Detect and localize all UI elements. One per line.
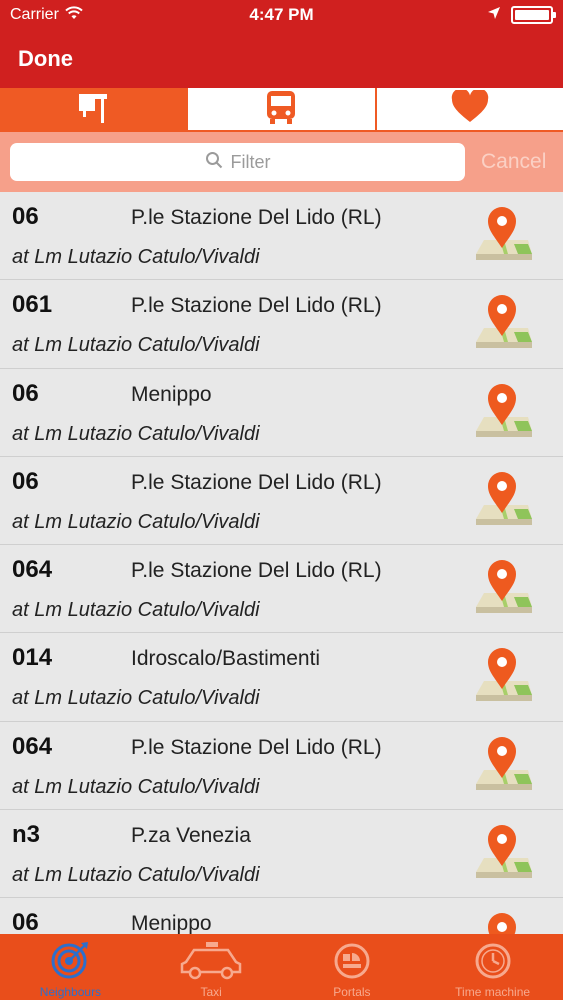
destination: P.za Venezia xyxy=(131,824,251,848)
bus-stop-sign-icon xyxy=(75,89,111,130)
segment-favourites[interactable] xyxy=(377,87,563,130)
filter-input[interactable]: Filter xyxy=(10,143,465,181)
done-button[interactable]: Done xyxy=(18,46,73,72)
line-number: 014 xyxy=(12,644,53,672)
target-icon xyxy=(50,940,90,983)
tab-label: Portals xyxy=(333,985,371,999)
stop-name: at Lm Lutazio Catulo/Vivaldi xyxy=(12,422,260,445)
tab-portals[interactable]: Portals xyxy=(282,934,423,1000)
stop-name: at Lm Lutazio Catulo/Vivaldi xyxy=(12,599,260,622)
tab-time-machine[interactable]: Time machine xyxy=(422,934,563,1000)
search-icon xyxy=(205,151,223,174)
destination: P.le Stazione Del Lido (RL) xyxy=(131,735,382,759)
line-number: 061 xyxy=(12,291,53,319)
top-bar: Carrier 4:47 PM Done xyxy=(0,0,563,88)
filter-placeholder: Filter xyxy=(230,151,271,172)
map-pin-icon[interactable] xyxy=(470,910,534,934)
search-bar: Filter Cancel xyxy=(0,132,563,192)
cancel-button[interactable]: Cancel xyxy=(481,150,546,174)
portals-icon xyxy=(332,940,372,983)
taxi-icon xyxy=(178,940,244,983)
stop-name: at Lm Lutazio Catulo/Vivaldi xyxy=(12,775,260,798)
destination: P.le Stazione Del Lido (RL) xyxy=(131,206,382,229)
battery-icon xyxy=(511,6,556,24)
destination: Idroscalo/Bastimenti xyxy=(131,647,321,671)
list-item[interactable]: 06 P.le Stazione Del Lido (RL) at Lm Lut… xyxy=(0,457,563,546)
destination: P.le Stazione Del Lido (RL) xyxy=(131,294,382,318)
stop-name: at Lm Lutazio Catulo/Vivaldi xyxy=(12,687,260,710)
list-item[interactable]: n3 P.za Venezia at Lm Lutazio Catulo/Viv… xyxy=(0,810,563,899)
stop-name: at Lm Lutazio Catulo/Vivaldi xyxy=(12,246,260,268)
list-item[interactable]: 064 P.le Stazione Del Lido (RL) at Lm Lu… xyxy=(0,545,563,634)
tab-bar: Neighbours Taxi Portals Time machine xyxy=(0,934,563,1000)
map-pin-icon[interactable] xyxy=(470,292,534,356)
tab-label: Time machine xyxy=(455,985,531,999)
list-item[interactable]: 06 Menippo at Lm Lutazio Catulo/Vivaldi xyxy=(0,369,563,457)
segmented-control xyxy=(0,87,563,132)
line-number: 06 xyxy=(12,467,39,495)
line-number: 06 xyxy=(12,203,39,230)
map-pin-icon[interactable] xyxy=(470,557,534,621)
stop-name: at Lm Lutazio Catulo/Vivaldi xyxy=(12,334,260,357)
line-number: 06 xyxy=(12,909,39,934)
line-number: 064 xyxy=(12,556,53,584)
segment-stops[interactable] xyxy=(0,88,189,130)
destination: P.le Stazione Del Lido (RL) xyxy=(131,470,382,494)
tab-taxi[interactable]: Taxi xyxy=(141,934,282,1000)
tab-neighbours[interactable]: Neighbours xyxy=(0,934,141,1000)
bus-icon xyxy=(265,89,297,130)
list-item[interactable]: 014 Idroscalo/Bastimenti at Lm Lutazio C… xyxy=(0,633,563,722)
map-pin-icon[interactable] xyxy=(470,734,534,798)
line-number: n3 xyxy=(12,821,41,849)
map-pin-icon[interactable] xyxy=(470,204,534,268)
tab-label: Taxi xyxy=(200,985,222,999)
stop-name: at Lm Lutazio Catulo/Vivaldi xyxy=(12,510,260,533)
line-number: 06 xyxy=(12,379,39,407)
status-bar: Carrier 4:47 PM xyxy=(0,0,563,30)
list-item[interactable]: 06 Menippo xyxy=(0,898,563,934)
map-pin-icon[interactable] xyxy=(470,381,534,445)
location-arrow-icon xyxy=(487,6,501,25)
map-pin-icon[interactable] xyxy=(470,822,534,886)
line-number: 064 xyxy=(12,732,53,760)
list-item[interactable]: 06 P.le Stazione Del Lido (RL) at Lm Lut… xyxy=(0,192,563,281)
navigation-bar: Done xyxy=(0,30,563,88)
list-item[interactable]: 064 P.le Stazione Del Lido (RL) at Lm Lu… xyxy=(0,722,563,811)
segment-lines[interactable] xyxy=(188,88,377,130)
status-time: 4:47 PM xyxy=(249,5,314,24)
wifi-icon xyxy=(65,5,83,25)
heart-icon xyxy=(451,87,489,129)
stops-list: 06 P.le Stazione Del Lido (RL) at Lm Lut… xyxy=(0,192,563,934)
map-pin-icon[interactable] xyxy=(470,469,534,533)
destination: Menippo xyxy=(131,382,212,406)
clock-icon xyxy=(473,940,513,983)
stop-name: at Lm Lutazio Catulo/Vivaldi xyxy=(12,864,260,887)
list-item[interactable]: 061 P.le Stazione Del Lido (RL) at Lm Lu… xyxy=(0,280,563,369)
destination: Menippo xyxy=(131,912,212,934)
carrier-label: Carrier xyxy=(10,6,59,23)
destination: P.le Stazione Del Lido (RL) xyxy=(131,559,382,583)
tab-label: Neighbours xyxy=(39,985,102,999)
map-pin-icon[interactable] xyxy=(470,645,534,709)
